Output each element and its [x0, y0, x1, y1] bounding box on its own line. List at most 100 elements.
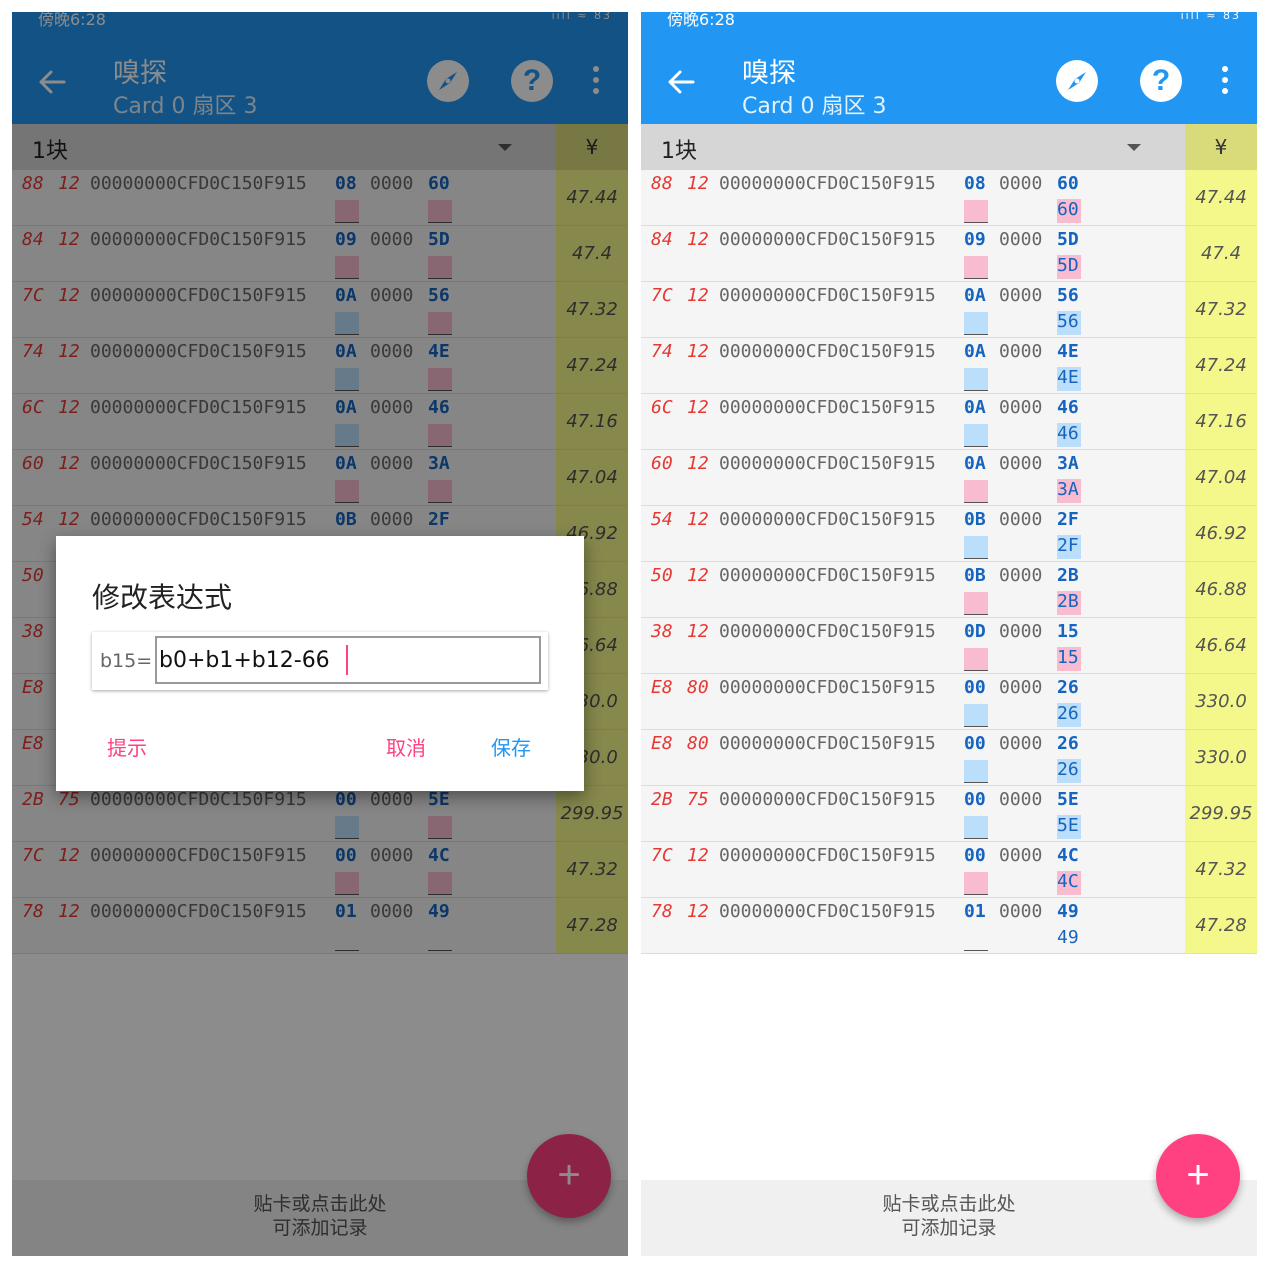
computed-byte-15: 60: [1057, 199, 1081, 223]
bytes-13-14: 0000: [999, 453, 1043, 474]
block-selector-label[interactable]: 1块: [661, 133, 697, 165]
bytes-13-14: 0000: [999, 621, 1043, 642]
app-bar: 傍晚6:28 ııll ≈ 83 嗅探 Card 0 扇区 3?: [641, 12, 1257, 124]
byte-15: 56: [1057, 285, 1079, 306]
footer-line-2: 可添加记录: [901, 1217, 997, 1239]
expression-input[interactable]: [155, 636, 541, 684]
price-value: 47.4: [1185, 226, 1257, 281]
cancel-button[interactable]: 取消: [386, 732, 426, 761]
byte-1: 12: [687, 565, 709, 586]
status-bar: 傍晚6:28 ııll ≈ 83: [641, 12, 1257, 34]
byte-12: 00: [964, 733, 986, 754]
byte-0: 84: [651, 229, 673, 250]
byte-1: 80: [687, 733, 709, 754]
record-row[interactable]: 84 12 00000000CFD0C150F915 09 0000 5D 5D 47.4: [641, 226, 1257, 282]
card-uid: 00000000CFD0C150F915: [719, 509, 936, 530]
record-row[interactable]: 7C 12 00000000CFD0C150F915 0A 0000 56 56 47.32: [641, 282, 1257, 338]
change-indicator: [964, 872, 988, 895]
byte-1: 12: [687, 229, 709, 250]
price-value: 46.92: [1185, 506, 1257, 561]
record-row[interactable]: 7C 12 00000000CFD0C150F915 00 0000 4C 4C 47.32: [641, 842, 1257, 898]
change-indicator: [964, 816, 988, 839]
edit-expression-dialog: 修改表达式 b15= 提示 取消 保存: [56, 536, 584, 791]
byte-1: 12: [687, 453, 709, 474]
byte-0: E8: [651, 677, 673, 698]
byte-12: 08: [964, 173, 986, 194]
change-indicator: [964, 424, 988, 447]
card-uid: 00000000CFD0C150F915: [719, 621, 936, 642]
save-button[interactable]: 保存: [491, 732, 531, 761]
byte-12: 0B: [964, 509, 986, 530]
byte-1: 12: [687, 285, 709, 306]
record-row[interactable]: 6C 12 00000000CFD0C150F915 0A 0000 46 46 47.16: [641, 394, 1257, 450]
byte-0: E8: [651, 733, 673, 754]
byte-0: 74: [651, 341, 673, 362]
byte-0: 38: [651, 621, 673, 642]
more-options-icon[interactable]: [1221, 66, 1229, 96]
back-arrow-icon[interactable]: [661, 62, 701, 102]
record-row[interactable]: 88 12 00000000CFD0C150F915 08 0000 60 60 47.44: [641, 170, 1257, 226]
record-row[interactable]: 60 12 00000000CFD0C150F915 0A 0000 3A 3A 47.04: [641, 450, 1257, 506]
card-uid: 00000000CFD0C150F915: [719, 565, 936, 586]
price-value: 47.16: [1185, 394, 1257, 449]
byte-12: 0D: [964, 621, 986, 642]
change-indicator: [964, 200, 988, 223]
text-caret: [346, 645, 348, 675]
byte-12: 0A: [964, 453, 986, 474]
record-row[interactable]: E8 80 00000000CFD0C150F915 00 0000 26 26 330.0: [641, 730, 1257, 786]
currency-header: ¥: [1185, 124, 1257, 170]
byte-12: 00: [964, 845, 986, 866]
byte-0: 78: [651, 901, 673, 922]
price-value: 47.28: [1185, 898, 1257, 953]
change-indicator: [964, 312, 988, 335]
change-indicator: [964, 256, 988, 279]
record-row[interactable]: E8 80 00000000CFD0C150F915 00 0000 26 26 330.0: [641, 674, 1257, 730]
phone-screen-with-dialog: 傍晚6:28 ııll ≈ 83 嗅探 Card 0 扇区 3? 1块 ¥88 12 0000…: [12, 12, 628, 1256]
expression-prefix: b15=: [100, 650, 153, 672]
hint-button[interactable]: 提示: [107, 732, 147, 761]
record-row[interactable]: 74 12 00000000CFD0C150F915 0A 0000 4E 4E 47.24: [641, 338, 1257, 394]
compass-icon[interactable]: [1056, 60, 1098, 102]
price-value: 47.24: [1185, 338, 1257, 393]
byte-0: 2B: [651, 789, 673, 810]
byte-15: 4C: [1057, 845, 1079, 866]
record-row[interactable]: 50 12 00000000CFD0C150F915 0B 0000 2B 2B 46.88: [641, 562, 1257, 618]
record-row[interactable]: 38 12 00000000CFD0C150F915 0D 0000 15 15 46.64: [641, 618, 1257, 674]
help-icon[interactable]: ?: [1140, 60, 1182, 102]
byte-1: 12: [687, 173, 709, 194]
computed-byte-15: 46: [1057, 423, 1081, 447]
price-value: 47.04: [1185, 450, 1257, 505]
change-indicator: [964, 536, 988, 559]
bytes-13-14: 0000: [999, 397, 1043, 418]
byte-12: 0A: [964, 397, 986, 418]
bytes-13-14: 0000: [999, 845, 1043, 866]
change-indicator: [964, 648, 988, 671]
computed-byte-15: 2F: [1057, 535, 1081, 559]
byte-15: 5D: [1057, 229, 1079, 250]
byte-15: 2F: [1057, 509, 1079, 530]
card-uid: 00000000CFD0C150F915: [719, 453, 936, 474]
byte-12: 0A: [964, 285, 986, 306]
bytes-13-14: 0000: [999, 901, 1043, 922]
status-time: 傍晚6:28: [667, 12, 735, 29]
column-header: 1块 ¥: [641, 124, 1257, 170]
price-value: 330.0: [1185, 674, 1257, 729]
change-indicator: [964, 592, 988, 615]
record-row[interactable]: 2B 75 00000000CFD0C150F915 00 0000 5E 5E 299.95: [641, 786, 1257, 842]
app-title: 嗅探: [742, 58, 796, 89]
computed-byte-15: 49: [1057, 927, 1079, 948]
dropdown-arrow-icon[interactable]: [1127, 144, 1141, 151]
record-row[interactable]: 54 12 00000000CFD0C150F915 0B 0000 2F 2F 46.92: [641, 506, 1257, 562]
card-uid: 00000000CFD0C150F915: [719, 789, 936, 810]
record-row[interactable]: 78 12 00000000CFD0C150F915 01 0000 49 49 47.28: [641, 898, 1257, 954]
card-uid: 00000000CFD0C150F915: [719, 677, 936, 698]
add-fab-button[interactable]: +: [1156, 1134, 1240, 1218]
byte-0: 7C: [651, 285, 673, 306]
byte-1: 80: [687, 677, 709, 698]
byte-1: 12: [687, 621, 709, 642]
bytes-13-14: 0000: [999, 509, 1043, 530]
card-uid: 00000000CFD0C150F915: [719, 341, 936, 362]
change-indicator: [964, 928, 988, 951]
byte-12: 01: [964, 901, 986, 922]
card-uid: 00000000CFD0C150F915: [719, 229, 936, 250]
